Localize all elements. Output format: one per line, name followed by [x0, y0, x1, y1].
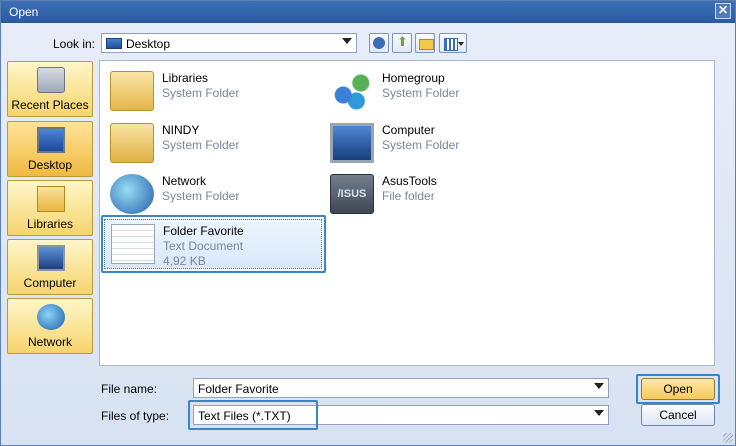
place-network[interactable]: Network	[7, 298, 93, 354]
place-recent-places[interactable]: Recent Places	[7, 61, 93, 117]
file-type-value: Text Files (*.TXT)	[198, 409, 291, 423]
file-type-label: Files of type:	[101, 409, 170, 423]
list-item-selected[interactable]: Folder Favorite Text Document 4,92 KB	[104, 219, 322, 269]
file-list[interactable]: Libraries System Folder Homegroup System…	[99, 60, 715, 366]
list-item[interactable]: Libraries System Folder	[104, 67, 324, 115]
places-bar: Recent Places Desktop Libraries Computer…	[7, 61, 93, 357]
view-menu-button[interactable]	[439, 33, 467, 53]
chevron-down-icon[interactable]	[594, 410, 604, 416]
list-item[interactable]: Computer System Folder	[324, 119, 544, 167]
item-size: 4,92 KB	[163, 254, 206, 268]
file-name-field[interactable]: Folder Favorite	[193, 378, 609, 398]
file-name-label: File name:	[101, 382, 158, 396]
item-type: System Folder	[162, 86, 240, 100]
list-item[interactable]: NINDY System Folder	[104, 119, 324, 167]
place-label: Network	[27, 335, 72, 349]
item-name: Computer	[382, 123, 435, 137]
place-label: Recent Places	[11, 98, 89, 112]
look-in-dropdown[interactable]: Desktop	[101, 33, 357, 53]
item-type: System Folder	[162, 189, 240, 203]
up-one-level-button[interactable]	[392, 33, 412, 53]
open-dialog: Open ✕ Look in: Desktop Recent Places De…	[0, 0, 736, 446]
file-name-value: Folder Favorite	[198, 382, 279, 396]
computer-icon	[330, 123, 374, 163]
place-label: Computer	[23, 276, 77, 290]
homegroup-icon	[330, 71, 374, 111]
item-type: System Folder	[382, 86, 460, 100]
item-name: Libraries	[162, 71, 209, 85]
item-name: Folder Favorite	[163, 224, 244, 238]
list-item[interactable]: Network System Folder	[104, 170, 324, 218]
title-bar: Open ✕	[1, 1, 735, 23]
desktop-icon	[106, 38, 122, 49]
item-type: Text Document	[163, 239, 244, 253]
file-type-select[interactable]: Text Files (*.TXT)	[193, 405, 609, 425]
item-name: Homegroup	[382, 71, 445, 85]
list-item[interactable]: Homegroup System Folder	[324, 67, 544, 115]
look-in-value: Desktop	[126, 37, 171, 51]
user-folder-icon	[110, 123, 154, 163]
resize-grip[interactable]	[723, 433, 733, 443]
item-type: System Folder	[382, 138, 460, 152]
place-label: Desktop	[27, 158, 73, 172]
open-button[interactable]: Open	[641, 378, 715, 400]
cancel-button[interactable]: Cancel	[641, 404, 715, 426]
list-item[interactable]: /ISUS AsusTools File folder	[324, 170, 544, 218]
libraries-icon	[37, 186, 65, 212]
libraries-icon	[110, 71, 154, 111]
place-label: Libraries	[26, 217, 74, 231]
item-type: File folder	[382, 189, 435, 203]
look-in-label: Look in:	[53, 37, 96, 51]
network-icon	[37, 304, 65, 330]
network-icon	[110, 174, 154, 214]
window-title: Open	[9, 5, 39, 19]
recent-places-icon	[37, 67, 65, 93]
close-icon: ✕	[717, 3, 729, 17]
close-button[interactable]: ✕	[715, 3, 731, 19]
item-type: System Folder	[162, 138, 240, 152]
asus-folder-icon: /ISUS	[330, 174, 374, 214]
chevron-down-icon	[458, 42, 464, 46]
back-button[interactable]	[369, 33, 389, 53]
item-name: Network	[162, 174, 207, 188]
create-new-folder-button[interactable]	[415, 33, 435, 53]
chevron-down-icon[interactable]	[342, 38, 352, 44]
item-name: NINDY	[162, 123, 200, 137]
place-libraries[interactable]: Libraries	[7, 180, 93, 236]
place-desktop[interactable]: Desktop	[7, 121, 93, 177]
computer-icon	[37, 245, 65, 271]
place-computer[interactable]: Computer	[7, 239, 93, 295]
text-document-icon	[111, 224, 155, 264]
desktop-icon	[37, 127, 65, 153]
chevron-down-icon[interactable]	[594, 383, 604, 389]
item-name: AsusTools	[382, 174, 437, 188]
